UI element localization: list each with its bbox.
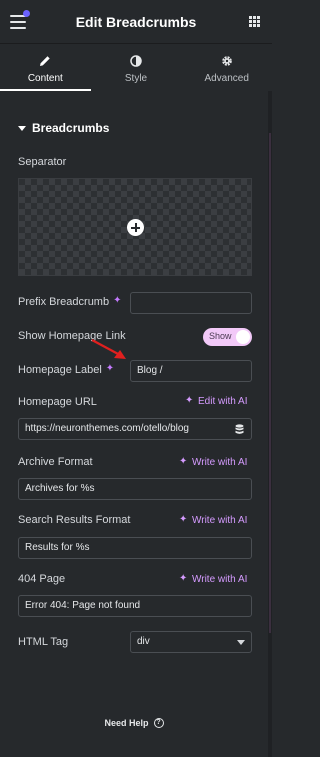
home-label-label: Homepage Label [18,364,102,376]
edit-with-ai-label: Edit with AI [198,396,248,407]
ai-sparkle-icon [185,395,195,407]
panel-header: Edit Breadcrumbs [0,0,272,44]
prefix-label-row: Prefix Breadcrumb [18,295,123,308]
archive-format-input[interactable]: Archives for %s [18,478,252,500]
panel-title: Edit Breadcrumbs [75,14,197,30]
caret-down-icon [18,125,26,131]
tab-advanced[interactable]: Advanced [181,45,272,91]
page-404-input[interactable]: Error 404: Page not found [18,595,252,617]
separator-label: Separator [18,156,67,168]
tab-content-label: Content [27,73,63,84]
edit-with-ai-link[interactable]: Edit with AI [185,395,248,408]
ai-sparkle-icon [179,456,189,468]
section-breadcrumbs-toggle[interactable]: Breadcrumbs [18,121,109,135]
pencil-icon [0,54,91,68]
chevron-down-icon [237,640,245,645]
editor-tabs: Content Style Advanced [0,45,272,91]
tab-style[interactable]: Style [91,45,182,91]
ai-sparkle-icon [179,514,189,526]
write-with-ai-label: Write with AI [192,457,248,468]
search-write-with-ai-link[interactable]: Write with AI [179,514,248,527]
ai-sparkle-icon[interactable] [106,363,116,375]
html-tag-label: HTML Tag [18,636,69,648]
question-circle-icon: ? [153,718,164,728]
ai-sparkle-icon[interactable] [113,295,123,307]
widgets-grid-icon[interactable] [249,16,260,27]
html-tag-value: div [137,636,150,647]
archive-format-label: Archive Format [18,456,93,468]
home-label-input[interactable]: Blog / [130,360,252,382]
home-label-row: Homepage Label [18,363,116,376]
prefix-input[interactable] [130,292,252,314]
write-with-ai-label: Write with AI [192,574,248,585]
show-home-toggle[interactable]: Show [203,328,252,346]
separator-media-picker[interactable] [18,178,252,276]
page-404-label: 404 Page [18,573,66,585]
prefix-label: Prefix Breadcrumb [18,296,110,308]
search-format-input[interactable]: Results for %s [18,537,252,559]
html-tag-select[interactable]: div [130,631,252,653]
home-url-input[interactable]: https://neuronthemes.com/otello/blog [18,418,228,440]
tab-style-label: Style [124,73,148,84]
toggle-knob [236,330,250,344]
half-circle-icon [91,54,182,68]
tab-content[interactable]: Content [0,45,91,91]
need-help-link[interactable]: Need Help ? [0,718,268,728]
dynamic-tags-button[interactable] [227,418,252,440]
home-url-label: Homepage URL [18,396,97,408]
write-with-ai-label: Write with AI [192,515,248,526]
search-format-label: Search Results Format [18,514,131,526]
p404-write-with-ai-link[interactable]: Write with AI [179,573,248,586]
ai-sparkle-icon [179,573,189,585]
add-media-icon[interactable] [127,219,144,236]
database-icon [235,423,243,434]
red-arrow-icon [91,339,126,359]
toggle-text: Show [209,331,232,341]
tab-advanced-label: Advanced [204,73,249,84]
gear-icon [181,54,272,68]
section-title: Breadcrumbs [32,121,110,135]
need-help-label: Need Help [104,718,149,728]
panel-scroll-edge [268,91,272,757]
archive-write-with-ai-link[interactable]: Write with AI [179,456,248,469]
